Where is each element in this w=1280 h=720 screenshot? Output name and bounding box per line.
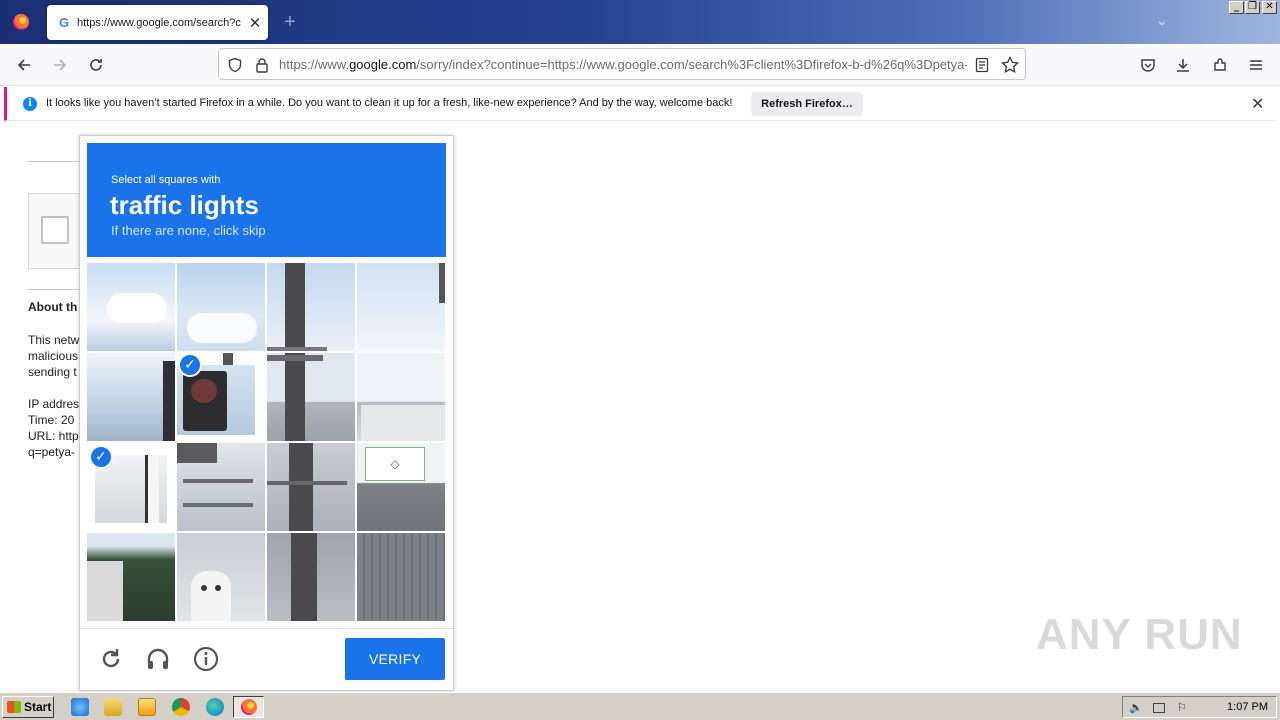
challenge-hint: If there are none, click skip xyxy=(111,223,266,238)
audio-challenge-icon[interactable] xyxy=(144,645,172,673)
captcha-tile[interactable] xyxy=(267,263,355,351)
captcha-tile-selected[interactable]: ✓ xyxy=(87,443,175,531)
captcha-tile[interactable] xyxy=(87,533,175,621)
lock-icon[interactable] xyxy=(255,57,269,73)
about-heading: About th xyxy=(28,300,78,314)
close-window-button[interactable]: ✕ xyxy=(1262,1,1277,14)
query-line: q=petya- xyxy=(28,445,76,459)
captcha-tile[interactable] xyxy=(267,533,355,621)
paragraph-line: sending t xyxy=(28,365,77,379)
reader-view-icon[interactable] xyxy=(975,57,989,73)
captcha-tile[interactable] xyxy=(357,353,445,441)
network-icon[interactable] xyxy=(1153,703,1165,713)
firefox-icon xyxy=(240,699,257,715)
challenge-instruction: Select all squares with xyxy=(111,174,221,186)
captcha-tile[interactable] xyxy=(87,353,175,441)
captcha-tile[interactable] xyxy=(177,443,265,531)
tab-close-icon[interactable]: ✕ xyxy=(245,14,265,32)
selected-check-icon: ✓ xyxy=(89,445,113,469)
verify-button[interactable]: VERIFY xyxy=(345,638,445,680)
url-line: URL: http xyxy=(28,429,79,443)
navigation-toolbar: https://www.google.com/sorry/index?conti… xyxy=(0,44,1280,86)
captcha-tile[interactable] xyxy=(87,263,175,351)
url-text[interactable]: https://www.google.com/sorry/index?conti… xyxy=(279,57,967,72)
extensions-icon[interactable] xyxy=(1208,53,1232,77)
time-line: Time: 20 xyxy=(28,413,75,427)
pocket-icon[interactable] xyxy=(1136,53,1160,77)
system-tray: 🔈 ⚐ 1:07 PM xyxy=(1122,696,1277,718)
url-bar[interactable]: https://www.google.com/sorry/index?conti… xyxy=(218,48,1026,80)
volume-icon[interactable]: 🔈 xyxy=(1129,701,1143,714)
captcha-tile-selected[interactable]: ✓ xyxy=(177,353,265,441)
notification-text: It looks like you haven’t started Firefo… xyxy=(46,97,733,109)
paragraph-line: malicious xyxy=(28,349,79,363)
new-tab-button[interactable]: + xyxy=(280,10,300,34)
image-grid: ✓ ✓ ◇ xyxy=(87,263,446,622)
firefox-menu-button[interactable] xyxy=(0,0,42,44)
challenge-header: Select all squares with traffic lights I… xyxy=(87,143,446,257)
selected-check-icon: ✓ xyxy=(178,353,202,377)
downloads-icon[interactable] xyxy=(1171,53,1195,77)
file-explorer-icon[interactable] xyxy=(104,698,122,716)
reload-challenge-icon[interactable] xyxy=(97,645,125,673)
recaptcha-challenge-popup: Select all squares with traffic lights I… xyxy=(79,135,454,691)
captcha-tile[interactable] xyxy=(177,533,265,621)
ip-address-line: IP addres xyxy=(28,397,80,411)
reload-icon[interactable] xyxy=(84,53,108,77)
hamburger-menu-icon[interactable] xyxy=(1244,53,1268,77)
captcha-tile[interactable] xyxy=(267,353,355,441)
bookmark-star-icon[interactable] xyxy=(1001,56,1019,74)
tab-title: https://www.google.com/search?c xyxy=(77,16,241,29)
clock[interactable]: 1:07 PM xyxy=(1227,701,1268,713)
minimize-button[interactable]: _ xyxy=(1229,1,1244,14)
captcha-tile[interactable] xyxy=(357,263,445,351)
captcha-tile[interactable]: ◇ xyxy=(357,443,445,531)
internet-explorer-icon[interactable] xyxy=(71,698,89,716)
back-icon[interactable] xyxy=(12,53,36,77)
list-all-tabs-icon[interactable]: ⌄ xyxy=(1156,12,1168,29)
anyrun-watermark: ANY RUN xyxy=(1036,610,1243,659)
windows-logo-icon xyxy=(7,701,21,713)
refresh-firefox-button[interactable]: Refresh Firefox… xyxy=(751,92,863,116)
notification-bar: i It looks like you haven’t started Fire… xyxy=(4,87,1276,121)
taskbar-firefox-button[interactable] xyxy=(233,696,264,718)
url-prefix: https://www. xyxy=(279,57,350,72)
media-player-icon[interactable] xyxy=(138,698,156,716)
info-icon: i xyxy=(23,97,37,111)
captcha-tile[interactable] xyxy=(357,533,445,621)
google-favicon-icon: G xyxy=(58,15,70,30)
divider xyxy=(80,628,453,629)
action-center-flag-icon[interactable]: ⚐ xyxy=(1177,701,1191,714)
recaptcha-checkbox[interactable] xyxy=(41,216,69,244)
captcha-tile[interactable] xyxy=(267,443,355,531)
edge-icon[interactable] xyxy=(206,698,224,716)
tracking-protection-shield-icon[interactable] xyxy=(227,57,243,73)
notification-close-icon[interactable]: ✕ xyxy=(1251,94,1264,114)
start-button[interactable]: Start xyxy=(2,696,54,718)
challenge-object: traffic lights xyxy=(110,190,259,220)
browser-tab[interactable]: G https://www.google.com/search?c ✕ xyxy=(47,5,268,40)
firefox-logo-icon xyxy=(13,14,29,30)
captcha-tile[interactable] xyxy=(177,263,265,351)
help-info-icon[interactable] xyxy=(192,645,220,673)
browser-titlebar: G https://www.google.com/search?c ✕ + ⌄ … xyxy=(0,0,1280,44)
start-label: Start xyxy=(24,700,52,714)
chrome-icon[interactable] xyxy=(172,698,190,716)
url-domain: google.com xyxy=(349,57,417,72)
restore-button[interactable]: ❐ xyxy=(1245,1,1260,14)
paragraph-line: This netw xyxy=(28,333,80,347)
taskbar: Start 🔈 ⚐ 1:07 PM xyxy=(0,692,1280,720)
url-path: /sorry/index?continue=https://www.google… xyxy=(416,57,967,72)
forward-icon[interactable] xyxy=(48,53,72,77)
